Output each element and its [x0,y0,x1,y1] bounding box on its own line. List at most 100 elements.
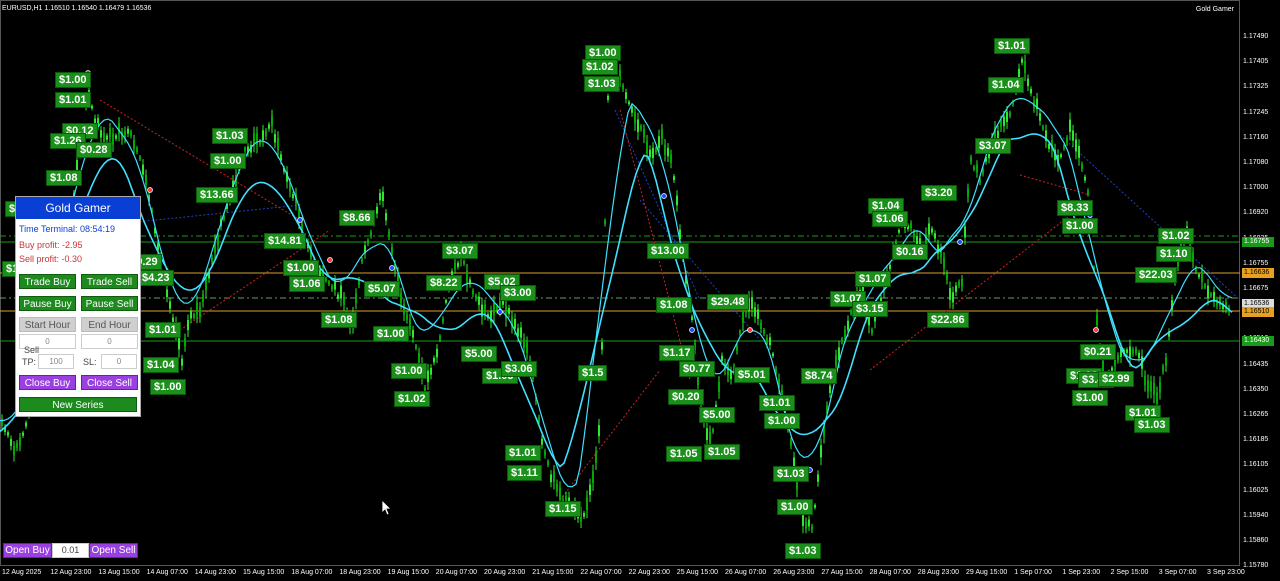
candle-body [958,281,960,286]
moving-average-fast [0,97,1233,488]
candle-body [1144,375,1146,386]
date-axis-label: 2 Sep 15:00 [1110,569,1149,576]
price-axis-label: 1.15780 [1243,562,1269,570]
profit-label: $1.5 [578,365,608,381]
close-sell-button[interactable]: Close Sell [81,375,138,390]
candle-body [595,452,597,463]
candle-body [736,345,738,352]
lot-size-input[interactable]: 0.01 [52,543,89,558]
date-axis-label: 19 Aug 15:00 [387,569,429,576]
candle-body [292,194,294,199]
date-axis-label: 3 Sep 23:00 [1207,569,1245,576]
candle-body [1126,349,1128,353]
profit-label: $5.00 [461,346,497,362]
candle-body [718,381,720,392]
profit-label: $1.08 [46,170,82,186]
candle-body [130,131,132,136]
price-axis-label: 1.15940 [1243,511,1269,519]
date-axis-label: 22 Aug 23:00 [628,569,670,576]
open-sell-button[interactable]: Open Sell [89,543,138,558]
profit-label: $1.17 [659,345,695,361]
candle-body [1042,126,1044,130]
candle-body [844,330,846,338]
new-series-button[interactable]: New Series [19,397,137,412]
candle-body [538,417,540,422]
sl-input[interactable]: 0 [101,354,137,369]
candle-body [769,337,771,346]
candle-body [433,357,435,363]
sl-label: SL: [83,357,97,367]
candle-body [829,385,831,393]
date-axis-label: 14 Aug 07:00 [146,569,188,576]
candle-body [1207,285,1209,298]
sell-marker [747,327,753,333]
close-buy-button[interactable]: Close Buy [19,375,76,390]
candle-body [100,130,102,138]
profit-label: $14.81 [264,233,306,249]
chart-area[interactable]: EURUSD,H1 1.16510 1.16540 1.16479 1.1653… [0,0,1280,581]
profit-label: $1.03 [785,543,821,559]
price-axis-label: 1.17405 [1243,58,1269,66]
profit-label: $3.00 [500,285,536,301]
pause-sell-button[interactable]: Pause Sell [81,296,138,311]
candle-body [523,338,525,349]
open-buy-button[interactable]: Open Buy [3,543,52,558]
profit-label: $8.74 [801,368,837,384]
candle-body [553,471,555,483]
candle-body [457,262,459,267]
candle-body [112,133,114,145]
candle-body [814,504,816,508]
profit-label: $22.86 [927,312,969,328]
profit-label: $5.01 [734,367,770,383]
ea-name-label: Gold Gamer [1195,6,1234,13]
candle-body [1072,130,1074,141]
candle-body [427,370,429,383]
candle-body [22,432,24,436]
candle-body [436,348,438,358]
candle-body [265,130,267,137]
date-axis-label: 26 Aug 07:00 [725,569,767,576]
price-chart[interactable] [0,0,1280,581]
tp-input[interactable]: 100 [38,354,74,369]
profit-label: $3.06 [501,361,537,377]
candle-body [463,261,465,264]
candle-body [109,128,111,138]
candle-body [274,134,276,143]
profit-label: $1.00 [764,413,800,429]
candle-body [367,240,369,244]
candle-body [331,285,333,290]
trend-line-7 [1019,174,1091,196]
mouse-cursor-icon [382,500,392,516]
candle-body [325,278,327,281]
candle-body [205,277,207,290]
end-hour-input[interactable]: 0 [81,334,138,349]
candle-body [406,314,408,320]
buy-marker [389,265,395,271]
price-axis-label: 1.17160 [1243,133,1269,141]
profit-label: $1.01 [505,445,541,461]
candle-body [1153,382,1155,396]
profit-label: $1.00 [150,379,186,395]
candle-body [712,429,714,433]
price-axis-label: 1.16025 [1243,486,1269,494]
profit-label: $1.03 [212,128,248,144]
profit-label: $1.03 [584,76,620,92]
trade-buy-button[interactable]: Trade Buy [19,274,76,289]
sell-label: Sell [24,345,40,355]
candle-body [1129,346,1131,359]
buy-marker [497,309,503,315]
candle-body [835,355,837,366]
candle-body [1078,145,1080,158]
profit-label: $1.06 [289,276,325,292]
candle-body [598,425,600,437]
pause-buy-button[interactable]: Pause Buy [19,296,76,311]
date-axis-label: 18 Aug 07:00 [291,569,333,576]
candle-body [1039,113,1041,121]
start-hour-label: Start Hour [19,317,76,332]
date-axis-label: 21 Aug 15:00 [532,569,574,576]
trade-sell-button[interactable]: Trade Sell [81,274,138,289]
profit-label: $1.00 [777,499,813,515]
profit-label: $1.06 [872,211,908,227]
candle-body [541,438,543,445]
candle-body [169,301,171,309]
